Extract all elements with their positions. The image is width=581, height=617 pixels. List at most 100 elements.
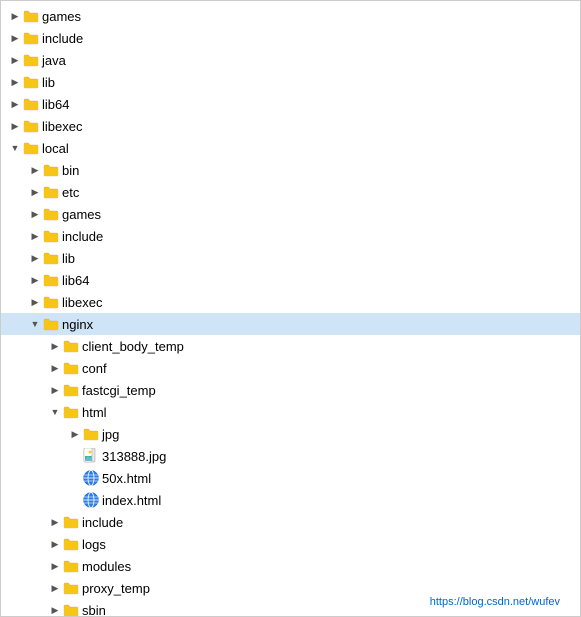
expand-arrow[interactable]: ▶	[49, 516, 61, 528]
list-item[interactable]: ▶ etc	[1, 181, 580, 203]
list-item[interactable]: ▶ include	[1, 511, 580, 533]
list-item[interactable]: ▶ sbin	[1, 599, 580, 616]
folder-icon	[63, 382, 79, 398]
list-item[interactable]: ▶ modules	[1, 555, 580, 577]
expand-arrow[interactable]: ▶	[9, 54, 21, 66]
folder-icon	[23, 96, 39, 112]
expand-arrow[interactable]: ▶	[29, 164, 41, 176]
folder-icon	[63, 602, 79, 616]
item-label: client_body_temp	[82, 339, 184, 354]
folder-icon	[23, 30, 39, 46]
expand-arrow[interactable]: ▶	[49, 582, 61, 594]
html-file-icon	[83, 470, 99, 486]
expand-arrow[interactable]: ▶	[69, 428, 81, 440]
list-item[interactable]: ▶ bin	[1, 159, 580, 181]
expand-arrow[interactable]: ▶	[9, 98, 21, 110]
expand-arrow[interactable]: ▶	[29, 230, 41, 242]
list-item[interactable]: ▶ lib64	[1, 93, 580, 115]
html-file-icon	[83, 492, 99, 508]
item-label: java	[42, 53, 66, 68]
expand-arrow[interactable]: ▶	[49, 362, 61, 374]
list-item[interactable]: ▶ libexec	[1, 291, 580, 313]
list-item[interactable]: ▶ lib	[1, 247, 580, 269]
folder-icon	[63, 404, 79, 420]
list-item[interactable]: ▶ logs	[1, 533, 580, 555]
folder-icon	[23, 118, 39, 134]
item-label: logs	[82, 537, 106, 552]
folder-icon	[43, 206, 59, 222]
list-item[interactable]: ▶ java	[1, 49, 580, 71]
list-item[interactable]: ▼ nginx	[1, 313, 580, 335]
folder-icon	[23, 140, 39, 156]
image-file-icon	[83, 448, 99, 464]
item-label: html	[82, 405, 107, 420]
list-item[interactable]: 313888.jpg	[1, 445, 580, 467]
list-item[interactable]: index.html	[1, 489, 580, 511]
expand-arrow[interactable]: ▶	[9, 10, 21, 22]
expand-arrow[interactable]: ▶	[49, 560, 61, 572]
expand-arrow[interactable]: ▶	[9, 76, 21, 88]
expand-arrow[interactable]: ▶	[49, 538, 61, 550]
expand-arrow[interactable]: ▶	[29, 186, 41, 198]
item-label: games	[62, 207, 101, 222]
expand-arrow[interactable]: ▶	[49, 384, 61, 396]
item-label: sbin	[82, 603, 106, 617]
item-label: include	[42, 31, 83, 46]
expand-arrow[interactable]: ▶	[29, 296, 41, 308]
tree-view[interactable]: ▶ games▶ include▶ java▶ lib▶ lib64▶ libe…	[1, 1, 580, 616]
list-item[interactable]: ▶ conf	[1, 357, 580, 379]
expand-arrow[interactable]: ▼	[49, 406, 61, 418]
file-explorer: ▶ games▶ include▶ java▶ lib▶ lib64▶ libe…	[0, 0, 581, 617]
list-item[interactable]: ▶ libexec	[1, 115, 580, 137]
item-label: include	[62, 229, 103, 244]
list-item[interactable]: ▶ include	[1, 27, 580, 49]
list-item[interactable]: ▶ lib64	[1, 269, 580, 291]
list-item[interactable]: 50x.html	[1, 467, 580, 489]
expand-arrow[interactable]: ▶	[29, 252, 41, 264]
expand-arrow[interactable]: ▼	[29, 318, 41, 330]
item-label: jpg	[102, 427, 119, 442]
expand-arrow[interactable]: ▼	[9, 142, 21, 154]
folder-icon	[63, 514, 79, 530]
item-label: libexec	[62, 295, 102, 310]
item-label: local	[42, 141, 69, 156]
item-label: libexec	[42, 119, 82, 134]
folder-icon	[63, 338, 79, 354]
item-label: modules	[82, 559, 131, 574]
folder-icon	[43, 184, 59, 200]
list-item[interactable]: ▶ include	[1, 225, 580, 247]
item-label: games	[42, 9, 81, 24]
folder-icon	[43, 294, 59, 310]
list-item[interactable]: ▼ html	[1, 401, 580, 423]
list-item[interactable]: ▶ proxy_temp	[1, 577, 580, 599]
folder-icon	[63, 580, 79, 596]
item-label: lib64	[42, 97, 69, 112]
folder-icon	[63, 558, 79, 574]
folder-icon	[23, 74, 39, 90]
list-item[interactable]: ▶ fastcgi_temp	[1, 379, 580, 401]
expand-arrow[interactable]: ▶	[49, 604, 61, 616]
item-label: lib	[62, 251, 75, 266]
folder-icon	[83, 426, 99, 442]
expand-arrow[interactable]: ▶	[29, 274, 41, 286]
folder-icon	[43, 316, 59, 332]
list-item[interactable]: ▶ client_body_temp	[1, 335, 580, 357]
item-label: 313888.jpg	[102, 449, 166, 464]
item-label: lib	[42, 75, 55, 90]
list-item[interactable]: ▶ lib	[1, 71, 580, 93]
expand-arrow[interactable]: ▶	[9, 32, 21, 44]
expand-arrow[interactable]: ▶	[29, 208, 41, 220]
expand-arrow[interactable]: ▶	[9, 120, 21, 132]
item-label: proxy_temp	[82, 581, 150, 596]
list-item[interactable]: ▶ jpg	[1, 423, 580, 445]
item-label: 50x.html	[102, 471, 151, 486]
folder-icon	[23, 52, 39, 68]
item-label: bin	[62, 163, 79, 178]
folder-icon	[43, 250, 59, 266]
list-item[interactable]: ▶ games	[1, 203, 580, 225]
list-item[interactable]: ▶ games	[1, 5, 580, 27]
item-label: nginx	[62, 317, 93, 332]
list-item[interactable]: ▼ local	[1, 137, 580, 159]
folder-icon	[63, 536, 79, 552]
expand-arrow[interactable]: ▶	[49, 340, 61, 352]
